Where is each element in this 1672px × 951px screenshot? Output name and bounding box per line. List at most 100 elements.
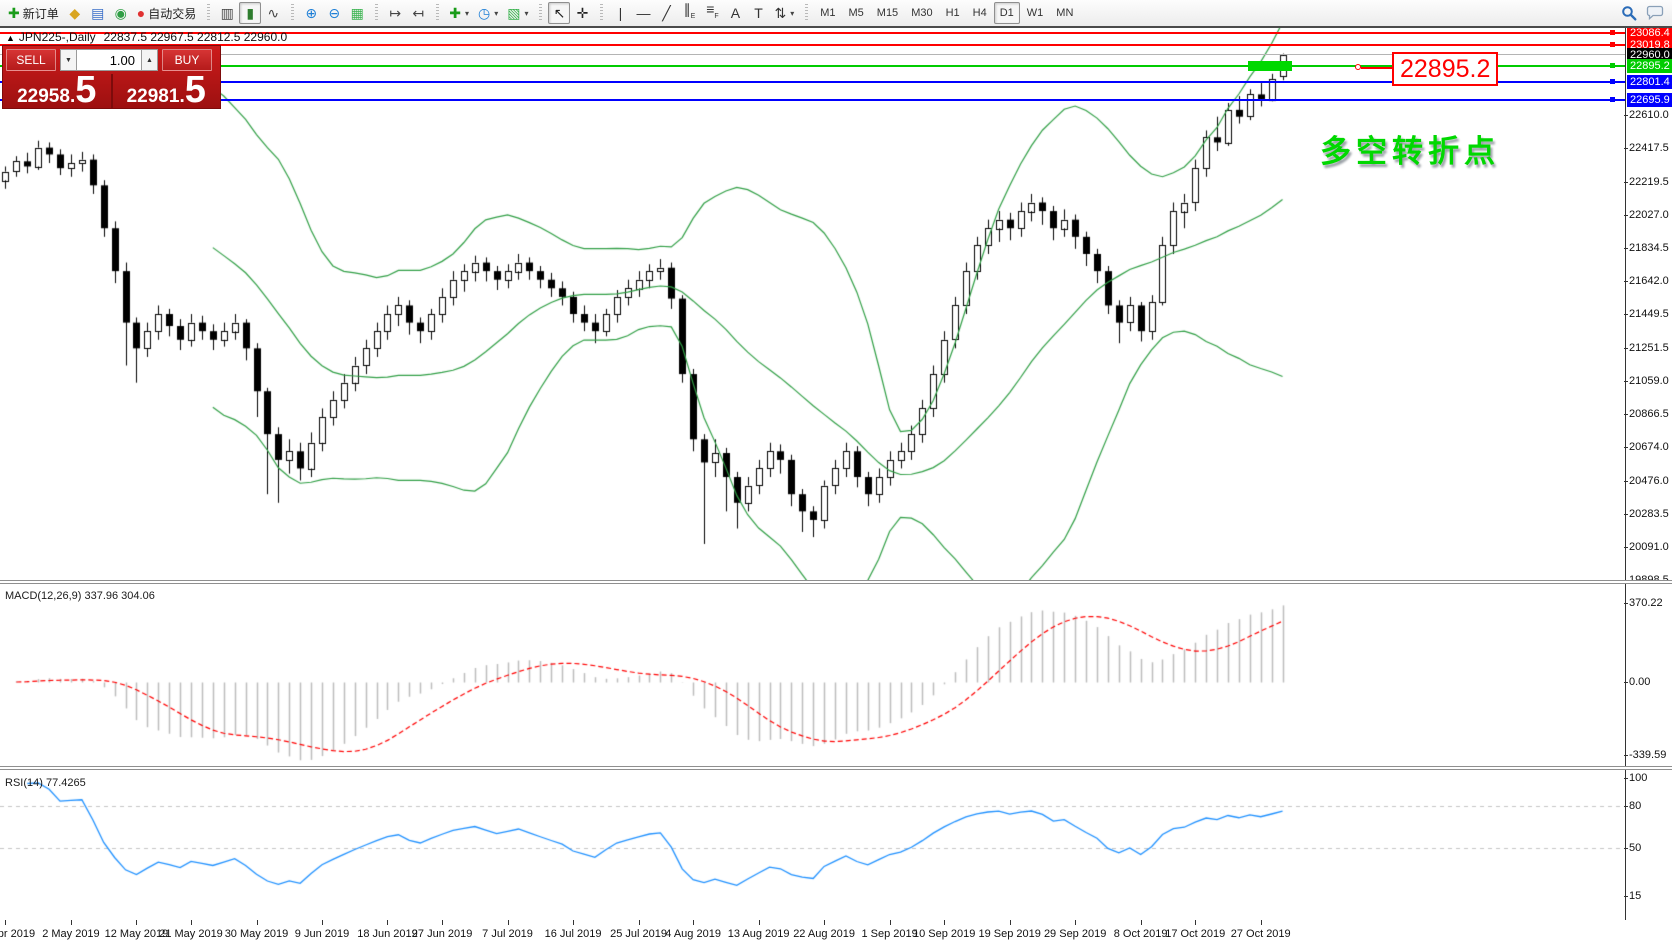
fibonacci-button[interactable]: ≡F	[701, 2, 723, 24]
timeframe-m30-label: M30	[909, 7, 934, 19]
pane-separator-macd[interactable]	[0, 580, 1672, 584]
rsi-axis-label: 50	[1629, 842, 1641, 854]
volume-input[interactable]	[77, 49, 141, 71]
buy-price-pip: 5	[185, 74, 206, 106]
search-button[interactable]	[1617, 2, 1641, 24]
zoom-in-button[interactable]: ⊕	[300, 2, 322, 24]
group-handle-icon[interactable]	[539, 4, 542, 22]
dropdown-caret-icon[interactable]: ▾	[790, 9, 794, 18]
dropdown-caret-icon[interactable]: ▾	[494, 9, 498, 18]
candlestick-chart-button[interactable]: ▮	[239, 2, 261, 24]
price-axis-label: 21059.0	[1629, 375, 1669, 387]
timeframe-h4-button[interactable]: H4	[967, 2, 993, 24]
timeframe-m30-button[interactable]: M30	[905, 2, 938, 24]
line-chart-icon: ∿	[267, 6, 279, 20]
timeframe-m1-button[interactable]: M1	[814, 2, 841, 24]
tile-windows-icon: ▦	[351, 6, 364, 20]
periods-button[interactable]: ◷▾	[474, 2, 502, 24]
dropdown-caret-icon[interactable]: ▾	[465, 9, 469, 18]
timeframe-m1-label: M1	[818, 7, 837, 19]
tile-windows-button[interactable]: ▦	[346, 2, 368, 24]
rsi-pane-canvas[interactable]	[0, 770, 1625, 920]
timeframe-m15-button[interactable]: M15	[871, 2, 904, 24]
price-axis-label: 20283.5	[1629, 508, 1669, 520]
navigator-icon: ◉	[115, 6, 127, 20]
time-axis-tick	[1141, 920, 1142, 925]
time-axis-tick	[573, 920, 574, 925]
volume-decrease-button[interactable]: ▼	[60, 49, 77, 71]
toolbar-group-scrolling: ↦↤	[370, 0, 429, 26]
market-watch-button[interactable]: ▤	[87, 2, 109, 24]
horizontal-level-line[interactable]	[0, 81, 1625, 83]
line-chart-button[interactable]: ∿	[262, 2, 284, 24]
group-handle-icon[interactable]	[291, 4, 294, 22]
cursor-icon: ↖	[554, 6, 566, 20]
sell-price-button[interactable]: 22958.5	[3, 74, 111, 108]
timeframe-w1-button[interactable]: W1	[1021, 2, 1050, 24]
macd-pane-canvas[interactable]	[0, 584, 1625, 766]
profiles-icon: ◆	[69, 6, 80, 20]
horizontal-level-line[interactable]	[0, 54, 1625, 55]
main-toolbar: ✚新订单◆▤◉●自动交易▥▮∿⊕⊖▦↦↤✚▾◷▾▧▾↖✛|—╱∥E≡FAT⇅▾M…	[0, 0, 1672, 28]
toolbar-group-objects: |—╱∥E≡FAT⇅▾	[595, 0, 798, 26]
crosshair-icon: ✛	[577, 6, 589, 20]
collapse-arrow-icon[interactable]: ▲	[6, 33, 15, 43]
buy-button[interactable]: BUY	[162, 49, 212, 71]
price-axis-line[interactable]	[1625, 28, 1626, 920]
rsi-axis-label: 15	[1629, 890, 1641, 902]
timeframe-m5-label: M5	[847, 7, 866, 19]
auto-trading-icon: ●	[137, 6, 145, 20]
zoom-out-icon: ⊖	[328, 6, 340, 20]
group-handle-icon[interactable]	[207, 4, 210, 22]
text-label-button[interactable]: T	[747, 2, 769, 24]
chart-annotation-text[interactable]: 多空转折点	[1320, 126, 1500, 171]
cursor-button[interactable]: ↖	[548, 2, 570, 24]
navigator-button[interactable]: ◉	[110, 2, 132, 24]
profiles-button[interactable]: ◆	[64, 2, 86, 24]
resistance-highlight-bar[interactable]	[1248, 61, 1292, 71]
text-button[interactable]: A	[724, 2, 746, 24]
templates-button[interactable]: ▧▾	[503, 2, 532, 24]
time-axis[interactable]: 23 Apr 20192 May 201912 May 201921 May 2…	[0, 920, 1672, 951]
horizontal-level-line[interactable]	[0, 99, 1625, 101]
timeframe-m5-button[interactable]: M5	[843, 2, 870, 24]
group-handle-icon[interactable]	[375, 4, 378, 22]
group-handle-icon[interactable]	[436, 4, 439, 22]
timeframe-mn-button[interactable]: MN	[1050, 2, 1079, 24]
new-order-button[interactable]: ✚新订单	[4, 2, 63, 24]
rsi-axis-label: 80	[1629, 800, 1641, 812]
zoom-out-button[interactable]: ⊖	[323, 2, 345, 24]
chat-button[interactable]	[1642, 2, 1668, 24]
auto-trading-button[interactable]: ●自动交易	[133, 2, 200, 24]
buy-price-button[interactable]: 22981.5	[113, 74, 221, 108]
auto-scroll-button[interactable]: ↦	[384, 2, 406, 24]
vertical-line-button[interactable]: |	[609, 2, 631, 24]
trendline-button[interactable]: ╱	[655, 2, 677, 24]
dropdown-caret-icon[interactable]: ▾	[524, 9, 528, 18]
crosshair-button[interactable]: ✛	[571, 2, 593, 24]
arrows-icon: ⇅	[774, 6, 786, 20]
pane-separator-rsi[interactable]	[0, 766, 1672, 770]
price-axis-label: 21449.5	[1629, 308, 1669, 320]
price-chart-canvas[interactable]	[0, 28, 1625, 580]
bar-chart-button[interactable]: ▥	[216, 2, 238, 24]
zoom-in-icon: ⊕	[305, 6, 317, 20]
timeframe-d1-button[interactable]: D1	[994, 2, 1020, 24]
chart-shift-button[interactable]: ↤	[407, 2, 429, 24]
sell-button[interactable]: SELL	[6, 49, 56, 71]
time-axis-tick	[1010, 920, 1011, 925]
price-axis-label: 22219.5	[1629, 176, 1669, 188]
group-handle-icon[interactable]	[805, 4, 808, 22]
equidistant-channel-button[interactable]: ∥E	[678, 2, 700, 24]
indicators-button[interactable]: ✚▾	[445, 2, 473, 24]
price-callout[interactable]: 22895.2	[1392, 52, 1498, 86]
time-axis-tick	[71, 920, 72, 925]
rsi-indicator-label: RSI(14) 77.4265	[5, 777, 86, 789]
timeframe-h1-button[interactable]: H1	[940, 2, 966, 24]
volume-increase-button[interactable]: ▲	[141, 49, 158, 71]
group-handle-icon[interactable]	[600, 4, 603, 22]
ohlc-values: 22837.5 22967.5 22812.5 22960.0	[104, 30, 288, 44]
horizontal-line-button[interactable]: —	[632, 2, 654, 24]
arrows-button[interactable]: ⇅▾	[770, 2, 798, 24]
auto-trading-label: 自动交易	[148, 5, 196, 22]
